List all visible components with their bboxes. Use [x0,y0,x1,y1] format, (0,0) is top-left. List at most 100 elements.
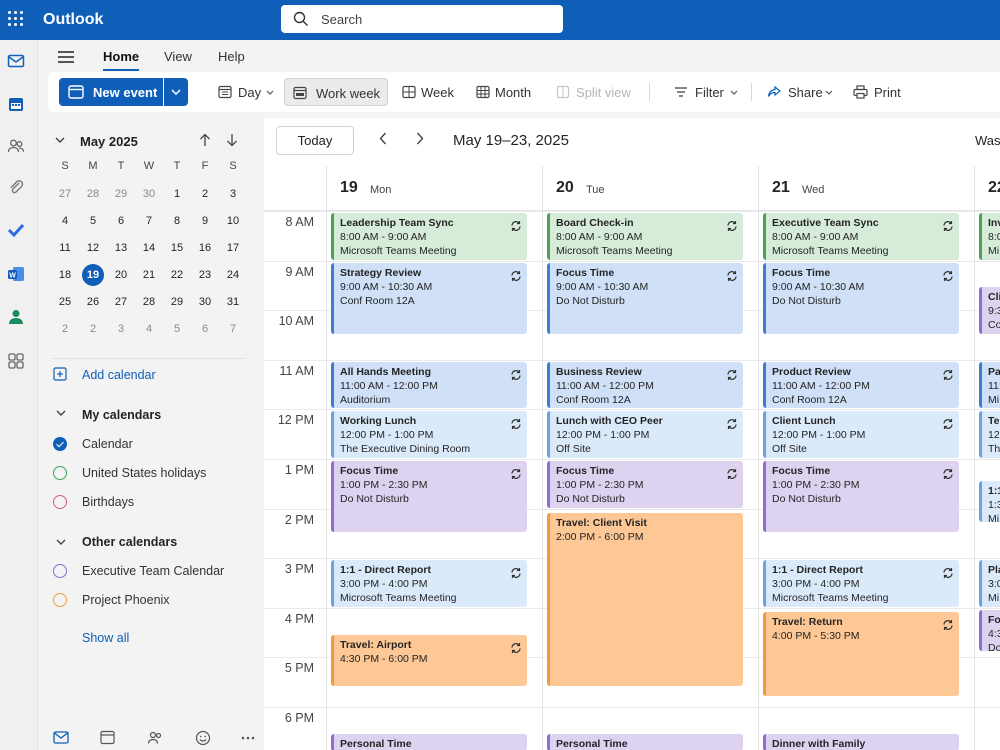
week-view-button[interactable]: Week [394,78,456,106]
month-view-button[interactable]: Month [468,78,538,106]
mini-calendar-day[interactable]: 4 [51,210,79,232]
chevron-down-icon[interactable] [56,410,66,416]
mini-calendar-day[interactable]: 6 [107,210,135,232]
mini-calendar-day[interactable]: 12 [79,237,107,259]
mini-calendar-day[interactable]: 1 [163,183,191,205]
calendar-event[interactable]: Te12:Th [979,411,1000,458]
app-title[interactable]: Outlook [43,11,103,29]
time-grid[interactable]: 8 AM 9 AM 10 AM 11 AM 12 PM 1 PM 2 PM 3 PM 4 PM 5… [264,210,1000,750]
mini-calendar-day[interactable]: 3 [219,183,247,205]
attachment-icon[interactable] [7,179,25,197]
mini-calendar-day[interactable]: 22 [163,264,191,286]
calendar-event[interactable]: Lunch with CEO Peer 12:00 PM - 1:00 PM Off… [547,411,743,458]
calendar-event[interactable]: Focus Time 1:00 PM - 2:30 PM Do Not Distur… [763,461,959,533]
mini-calendar-day[interactable]: 2 [51,318,79,340]
calendar-event[interactable]: Travel: Airport 4:30 PM - 6:00 PM [331,634,527,687]
calendar-event[interactable]: Executive Team Sync 8:00 AM - 9:00 AM Micr… [763,213,959,260]
chevron-down-icon[interactable] [55,137,65,143]
other-calendars-heading[interactable]: Other calendars [82,535,177,549]
mini-calendar-day[interactable]: 5 [79,210,107,232]
mini-calendar-day[interactable]: 30 [135,183,163,205]
mini-calendar-day[interactable]: 17 [219,237,247,259]
calendar-event[interactable]: Leadership Team Sync 8:00 AM - 9:00 AM Mic… [331,213,527,260]
calendar-event[interactable]: Product Review 11:00 AM - 12:00 PM Conf Ro… [763,361,959,409]
mini-calendar-day[interactable]: 24 [219,264,247,286]
calendar-event[interactable]: Business Review 11:00 AM - 12:00 PM Conf R… [547,361,743,409]
mini-calendar-day[interactable]: 14 [135,237,163,259]
new-event-dropdown[interactable] [164,78,188,106]
people-icon[interactable] [147,730,163,745]
circle-icon[interactable] [53,495,67,509]
todo-icon[interactable] [7,221,25,239]
mini-calendar-day[interactable]: 2 [191,183,219,205]
chevron-left-icon[interactable] [379,132,387,145]
people-icon[interactable] [7,137,25,155]
mini-calendar-day[interactable]: 23 [191,264,219,286]
mini-calendar-day[interactable]: 7 [219,318,247,340]
chevron-right-icon[interactable] [416,132,424,145]
mini-calendar-day[interactable]: 21 [135,264,163,286]
calendar-event[interactable]: Dinner with Family6:30 PM - 8:00 PM [763,733,959,750]
arrow-up-icon[interactable] [199,133,211,147]
mini-calendar-day[interactable]: 27 [51,183,79,205]
my-calendars-heading[interactable]: My calendars [82,408,161,422]
weather-location[interactable]: Wash [975,133,1000,148]
mini-calendar-day[interactable]: 18 [51,264,79,286]
calendar-event[interactable]: Strategy Review 9:00 AM - 10:30 AM Conf Ro… [331,262,527,334]
day-header-wed[interactable]: 21 Wed [758,166,974,210]
search-box[interactable]: Search [281,5,563,33]
search-input[interactable]: Search [321,12,362,27]
calendar-event[interactable]: 1:1 - Direct Report 3:00 PM - 4:00 PM Micr… [331,560,527,607]
circle-icon[interactable] [53,593,67,607]
show-all-link[interactable]: Show all [82,631,129,645]
calendar-event[interactable]: Board Check-in 8:00 AM - 9:00 AM Microsoft… [547,213,743,260]
calendar-event[interactable]: Focus Time 9:00 AM - 10:30 AM Do Not Distu… [547,262,743,334]
calendar-event[interactable]: Client Lunch 12:00 PM - 1:00 PM Off Site [763,411,959,458]
mini-calendar-day[interactable]: 28 [79,183,107,205]
mini-calendar-day[interactable]: 29 [107,183,135,205]
new-event-button[interactable]: New event [59,78,163,106]
calendar-icon[interactable] [7,95,25,113]
calendar-icon[interactable] [100,730,115,745]
checked-circle-icon[interactable] [53,437,67,451]
calendar-event[interactable]: Focus Time 1:00 PM - 2:30 PM Do Not Distur… [331,461,527,533]
circle-icon[interactable] [53,564,67,578]
split-view-button[interactable]: Split view [548,78,638,106]
mini-calendar-day[interactable]: 15 [163,237,191,259]
calendar-event[interactable]: 1:1 - Direct Report 3:00 PM - 4:00 PM Micr… [763,560,959,607]
calendar-event[interactable]: Fo4:3Do [979,609,1000,652]
mini-calendar-day[interactable]: 2 [79,318,107,340]
calendar-event[interactable]: Working Lunch 12:00 PM - 1:00 PM The Execu… [331,411,527,458]
filter-button[interactable]: Filter [666,78,742,106]
today-button[interactable]: Today [276,126,354,155]
day-view-button[interactable]: Day [210,78,278,106]
calendar-event[interactable]: Inv 8:0 Mi [979,213,1000,260]
tab-home[interactable]: Home [103,49,140,71]
mini-calendar-day[interactable]: 29 [163,291,191,313]
mini-calendar-day[interactable]: 19 [79,264,107,286]
calendar-event[interactable]: Pa11:Mi [979,361,1000,409]
mini-calendar-day[interactable]: 20 [107,264,135,286]
calendar-event[interactable]: Travel: Client Visit 2:00 PM - 6:00 PM [547,513,743,687]
calendar-event[interactable]: All Hands Meeting 11:00 AM - 12:00 PM Audi… [331,361,527,409]
calendar-event[interactable]: Focus Time 9:00 AM - 10:30 AM Do Not Distu… [763,262,959,334]
mini-calendar-day[interactable]: 25 [51,291,79,313]
mail-icon[interactable] [7,52,25,70]
menu-icon[interactable] [58,51,74,66]
mini-calendar-day[interactable]: 6 [191,318,219,340]
mini-calendar-day[interactable]: 4 [135,318,163,340]
mail-icon[interactable] [53,731,69,744]
tab-view[interactable]: View [164,49,192,64]
mini-calendar-day[interactable]: 27 [107,291,135,313]
emoji-icon[interactable] [195,730,211,746]
apps-icon[interactable] [7,352,25,370]
calendar-event[interactable]: 1:11:3Mi [979,480,1000,523]
date-range-title[interactable]: May 19–23, 2025 [453,132,569,149]
arrow-down-icon[interactable] [226,133,238,147]
work-week-view-button[interactable]: Work week [284,78,388,106]
mini-calendar-day[interactable]: 10 [219,210,247,232]
calendar-event[interactable]: Travel: Return 4:00 PM - 5:30 PM [763,612,959,697]
mini-calendar-day[interactable]: 31 [219,291,247,313]
calendar-event[interactable]: Pla3:0Mi [979,560,1000,607]
chevron-down-icon[interactable] [56,539,66,545]
